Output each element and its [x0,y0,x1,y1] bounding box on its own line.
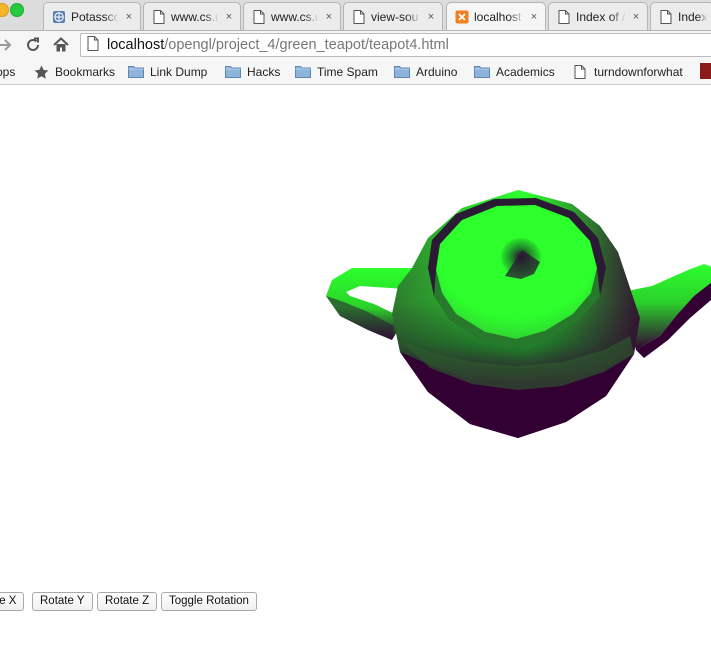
reload-icon [27,37,39,51]
folder-icon [225,65,241,79]
bookmark-time-spam[interactable]: Time Spam [295,63,378,80]
close-icon[interactable]: × [631,11,641,23]
close-icon[interactable]: × [529,11,539,23]
tab-localhost[interactable]: localhost × [446,2,546,30]
bookmark-label: Hacks [247,64,281,79]
bookmark-label: Link Dump [150,64,208,79]
bookmark-label: Academics [496,64,555,79]
rotate-x-button[interactable]: te X [0,592,25,611]
tab-view-source[interactable]: view-sou × [343,2,443,30]
webgl-canvas[interactable] [0,85,711,585]
forward-button[interactable] [0,34,16,56]
rotate-y-button[interactable]: Rotate Y [32,592,93,611]
star-icon [33,65,49,79]
folder-icon [128,65,144,79]
page-icon [152,9,166,24]
tab-title: www.cs.u [271,9,319,24]
close-icon[interactable]: × [426,11,436,23]
bookmark-label: Bookmarks [55,64,116,79]
folder-icon [394,65,410,79]
bookmark-overflow-icon[interactable] [700,63,711,79]
address-bar[interactable]: localhost/opengl/project_4/green_teapot/… [80,33,711,57]
page-icon [557,9,571,24]
home-button[interactable] [50,34,72,56]
folder-icon [474,65,490,79]
tab-cs-2[interactable]: www.cs.u × [243,2,341,30]
url-host: localhost [107,37,165,53]
bookmark-arduino[interactable]: Arduino [394,63,457,80]
page-icon [352,9,366,24]
page-icon [572,64,588,79]
bookmark-apps[interactable]: ops [0,63,15,80]
browser-toolbar: localhost/opengl/project_4/green_teapot/… [0,31,711,59]
tab-title: view-sou [371,9,419,24]
bookmark-link-dump[interactable]: Link Dump [128,63,207,80]
tab-title: Index o [678,9,707,24]
bookmark-label: Arduino [416,64,458,79]
tab-title: Potassco [71,9,119,24]
page-info-icon[interactable] [87,35,99,55]
bookmark-label: ops [0,64,16,79]
zoom-window-button[interactable] [10,3,24,17]
close-icon[interactable]: × [124,11,134,23]
toggle-rotation-button[interactable]: Toggle Rotation [161,592,257,611]
url-path: /opengl/project_4/green_teapot/teapot4.h… [164,37,449,53]
tab-index-1[interactable]: Index of / × [548,2,648,30]
bookmark-academics[interactable]: Academics [474,63,555,80]
tab-title: localhost [474,10,522,24]
bookmarks-bar: ops Bookmarks Link Dump Hacks Time Spam … [0,59,711,85]
tab-title: www.cs.u [171,9,219,24]
rotate-z-button[interactable]: Rotate Z [97,592,158,611]
tab-index-2[interactable]: Index o [650,2,711,30]
url-text: localhost/opengl/project_4/green_teapot/… [107,37,449,53]
tab-title: Index of / [576,9,626,24]
home-icon [53,37,69,52]
close-icon[interactable]: × [324,11,334,23]
bookmark-hacks[interactable]: Hacks [225,63,280,80]
bookmark-bookmarks[interactable]: Bookmarks [33,63,115,80]
tab-strip: Potassco × www.cs.u × www.cs.u × view-so… [0,0,711,31]
page-icon [252,9,266,24]
page-icon [659,9,673,24]
bookmark-label: turndownforwhat [594,64,683,79]
minimize-window-button[interactable] [0,3,9,17]
tab-potassco[interactable]: Potassco × [43,2,141,30]
teapot-render [326,190,711,438]
folder-icon [295,65,311,79]
bookmark-turndownforwhat[interactable]: turndownforwhat [572,63,683,80]
xampp-icon [455,10,469,24]
tab-cs-1[interactable]: www.cs.u × [143,2,241,30]
close-icon[interactable]: × [224,11,234,23]
bookmark-label: Time Spam [317,64,378,79]
arrow-right-icon [0,39,12,51]
reload-button[interactable] [22,34,44,56]
globe-icon [52,10,66,24]
